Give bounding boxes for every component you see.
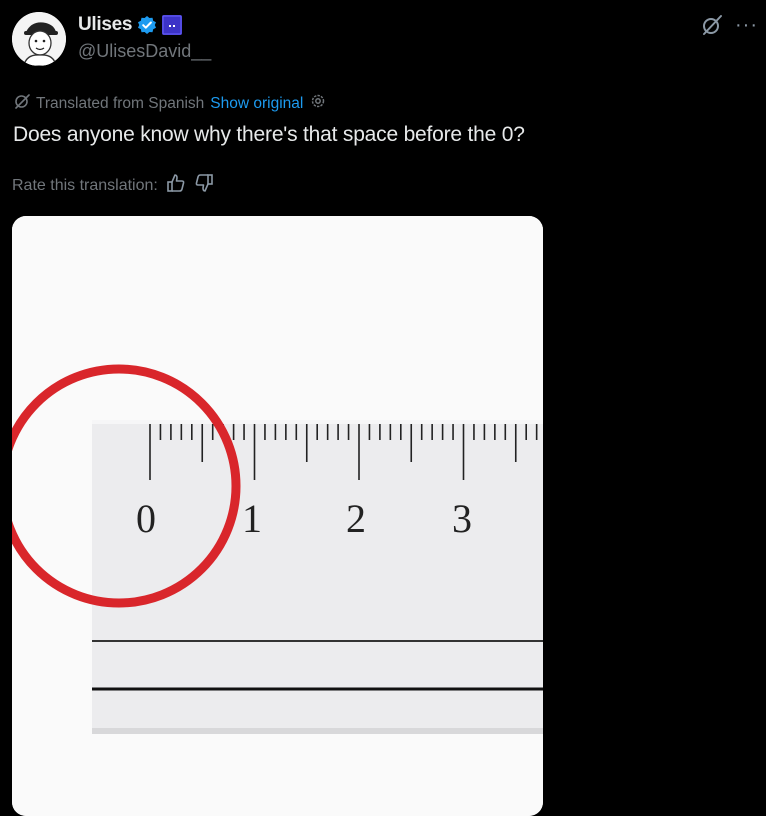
ruler-number-2: 2 [346, 496, 366, 541]
thumbs-down-icon[interactable] [194, 173, 214, 198]
translated-from-label: Translated from Spanish [36, 94, 205, 112]
translation-notice: Translated from Spanish Show original [14, 93, 326, 114]
display-name[interactable]: Ulises [78, 14, 132, 36]
show-original-link[interactable]: Show original [210, 95, 303, 113]
rate-translation-label: Rate this translation: [12, 176, 158, 194]
avatar-illustration [12, 12, 66, 66]
ruler-number-1: 1 [242, 496, 262, 541]
ruler-number-0: 0 [136, 496, 156, 541]
tweet-header: Ulises @UlisesDavid__ [12, 12, 211, 66]
verified-badge-icon[interactable] [137, 15, 157, 35]
gear-icon[interactable] [310, 93, 326, 114]
avatar[interactable] [12, 12, 66, 66]
affiliate-badge-icon[interactable] [162, 15, 183, 35]
handle[interactable]: @UlisesDavid__ [78, 41, 211, 62]
ruler-image: 0 1 2 3 [12, 216, 543, 816]
translate-icon [14, 93, 30, 114]
tweet-text: Does anyone know why there's that space … [13, 123, 525, 146]
tweet-media-image[interactable]: 0 1 2 3 [12, 216, 543, 816]
grok-icon[interactable] [701, 14, 723, 36]
rate-translation: Rate this translation: [12, 173, 214, 198]
ruler-number-3: 3 [452, 496, 472, 541]
thumbs-up-icon[interactable] [166, 173, 186, 198]
more-icon[interactable]: ··· [735, 15, 758, 35]
